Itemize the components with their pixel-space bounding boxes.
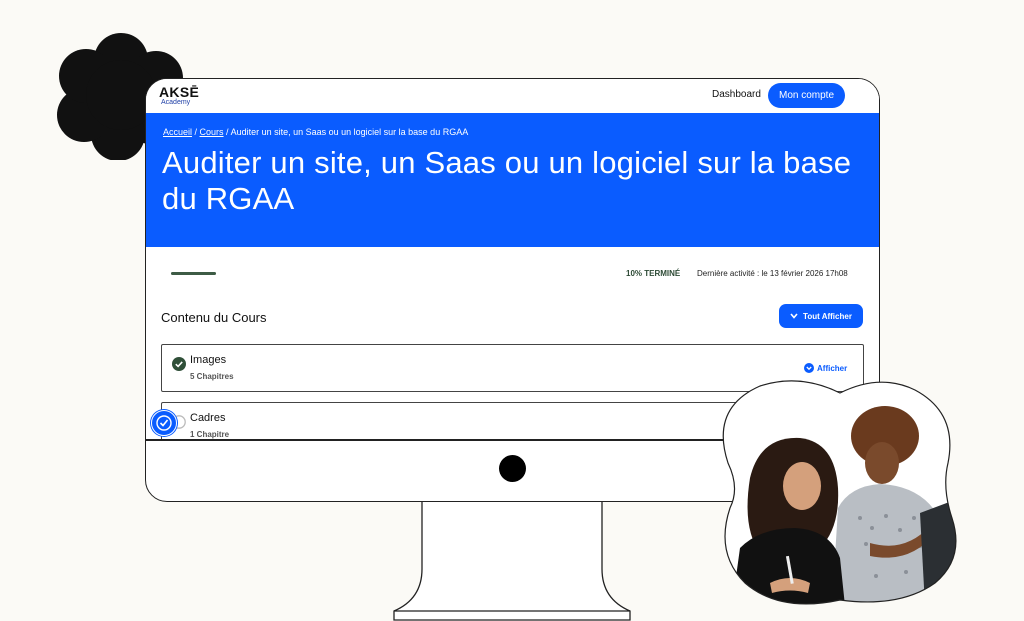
monitor-stand <box>393 500 631 621</box>
page-title: Auditer un site, un Saas ou un logiciel … <box>162 145 852 216</box>
people-photo <box>722 380 957 605</box>
module-open-label: Afficher <box>817 363 848 373</box>
show-all-label: Tout Afficher <box>803 311 852 321</box>
section-title: Contenu du Cours <box>161 310 267 325</box>
last-activity-text: Dernière activité : le 13 février 2026 1… <box>697 269 848 278</box>
module-open-button[interactable]: Afficher <box>804 363 847 373</box>
logo-text: AKSĒ <box>159 84 200 100</box>
progress-bar-fill <box>171 272 216 275</box>
chevron-down-icon <box>804 363 814 373</box>
module-title: Cadres <box>190 412 226 424</box>
breadcrumb-separator: / <box>223 127 231 137</box>
progress-bar <box>171 272 216 275</box>
show-all-button[interactable]: Tout Afficher <box>779 304 863 328</box>
top-navigation: AKSĒ Academy Dashboard Mon compte <box>146 79 879 113</box>
module-title: Images <box>190 354 227 366</box>
module-chapter-count: 5 Chapitres <box>190 372 234 381</box>
check-circle-icon <box>172 357 186 371</box>
accessibility-icon <box>156 415 172 431</box>
my-account-button[interactable]: Mon compte <box>768 83 845 108</box>
breadcrumb: Accueil / Cours / Auditer un site, un Sa… <box>163 127 468 137</box>
course-hero: Accueil / Cours / Auditer un site, un Sa… <box>146 113 879 247</box>
progress-label: 10% TERMINÉ <box>626 269 681 278</box>
breadcrumb-home-link[interactable]: Accueil <box>163 127 192 137</box>
logo-subtitle: Academy <box>161 99 191 106</box>
breadcrumb-separator: / <box>192 127 200 137</box>
camera-dot <box>499 455 526 482</box>
nav-dashboard-link[interactable]: Dashboard <box>712 89 761 100</box>
accessibility-button[interactable] <box>151 410 177 436</box>
breadcrumb-current: Auditer un site, un Saas ou un logiciel … <box>230 127 469 137</box>
module-chapter-count: 1 Chapitre <box>190 430 230 439</box>
chevron-down-icon <box>790 313 798 319</box>
breadcrumb-courses-link[interactable]: Cours <box>200 127 224 137</box>
logo[interactable]: AKSĒ Academy <box>159 85 199 107</box>
